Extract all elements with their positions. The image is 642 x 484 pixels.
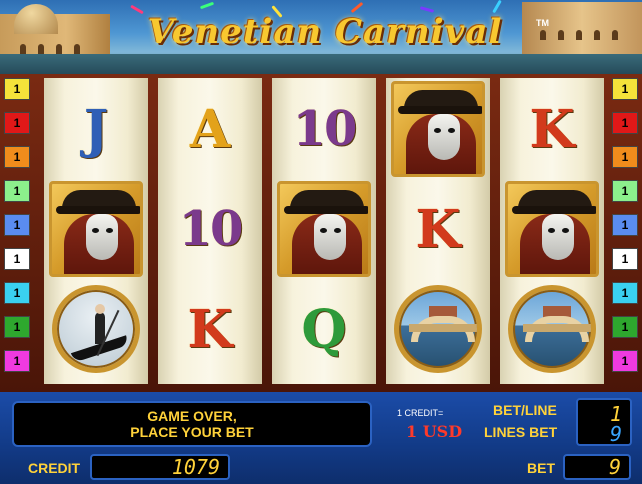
symbol-number: 10	[274, 80, 374, 178]
carnival-mask-icon	[505, 181, 599, 277]
window	[38, 44, 44, 54]
symbol-letter: Q	[274, 280, 374, 378]
rialto-bridge-icon	[508, 285, 596, 373]
symbol-label: K	[529, 98, 575, 160]
left-line-marker-6[interactable]: 1	[4, 248, 30, 270]
bet-per-line-label: BET/LINE	[493, 402, 557, 418]
symbol-label: A	[189, 98, 231, 160]
right-line-marker-1[interactable]: 1	[612, 78, 638, 100]
reel-1: J	[44, 78, 148, 384]
symbol-letter: K	[388, 180, 488, 278]
reel-4: K	[386, 78, 490, 384]
symbol-letter: A	[160, 80, 260, 178]
symbol-letter: K	[160, 280, 260, 378]
rialto-bridge-icon	[394, 285, 482, 373]
symbol-gondola	[46, 280, 146, 378]
right-line-marker-3[interactable]: 1	[612, 146, 638, 168]
symbol-bridge	[388, 280, 488, 378]
left-line-marker-5[interactable]: 1	[4, 214, 30, 236]
left-line-marker-9[interactable]: 1	[4, 350, 30, 372]
window	[594, 30, 600, 40]
lines-bet-label: LINES BET	[484, 424, 558, 440]
right-line-marker-9[interactable]: 1	[612, 350, 638, 372]
window	[576, 30, 582, 40]
slot-machine: Venetian Carnival TM J A 10 K 10 Q K K 1 1 1 1 1 1 1 1…	[0, 0, 642, 484]
symbol-label: 10	[292, 101, 358, 157]
right-line-marker-7[interactable]: 1	[612, 282, 638, 304]
dome	[14, 4, 58, 34]
reel-3: 10 Q	[272, 78, 376, 384]
window	[74, 44, 80, 54]
carnival-mask-icon	[277, 181, 371, 277]
symbol-mask	[388, 80, 488, 178]
symbol-bridge	[502, 280, 602, 378]
header-banner: Venetian Carnival TM	[0, 0, 642, 74]
credit-equals-label: 1 CREDIT=	[397, 408, 444, 418]
symbol-letter: K	[502, 80, 602, 178]
symbol-mask	[502, 180, 602, 278]
symbol-label: 10	[178, 201, 244, 257]
right-line-marker-8[interactable]: 1	[612, 316, 638, 338]
game-title: Venetian Carnival	[147, 12, 503, 52]
bet-value: 9	[563, 454, 631, 480]
reel-5: K	[500, 78, 604, 384]
symbol-number: 10	[160, 180, 260, 278]
carnival-mask-icon	[49, 181, 143, 277]
carnival-mask-icon	[391, 81, 485, 177]
symbol-label: K	[415, 198, 461, 260]
right-line-marker-4[interactable]: 1	[612, 180, 638, 202]
symbol-letter: J	[46, 80, 146, 178]
credit-value: 1079	[90, 454, 230, 480]
symbol-mask	[274, 180, 374, 278]
left-line-marker-3[interactable]: 1	[4, 146, 30, 168]
confetti	[199, 1, 215, 10]
window	[612, 30, 618, 40]
message-display: GAME OVER, PLACE YOUR BET	[12, 401, 372, 447]
window	[20, 44, 26, 54]
right-line-marker-5[interactable]: 1	[612, 214, 638, 236]
symbol-mask	[46, 180, 146, 278]
control-panel: GAME OVER, PLACE YOUR BET 1 CREDIT= 1 US…	[0, 392, 642, 484]
left-line-marker-4[interactable]: 1	[4, 180, 30, 202]
window	[540, 30, 546, 40]
right-line-marker-2[interactable]: 1	[612, 112, 638, 134]
credit-label: CREDIT	[28, 460, 81, 476]
right-line-marker-6[interactable]: 1	[612, 248, 638, 270]
window	[56, 44, 62, 54]
left-line-marker-2[interactable]: 1	[4, 112, 30, 134]
message-line-1: GAME OVER,	[147, 408, 237, 424]
denomination[interactable]: 1 USD	[406, 422, 462, 441]
symbol-label: Q	[301, 298, 347, 360]
bet-lines-display: 1 9	[576, 398, 632, 446]
gondola-icon	[52, 285, 140, 373]
left-line-marker-1[interactable]: 1	[4, 78, 30, 100]
lines-bet-value: 9	[609, 422, 622, 446]
bet-label: BET	[527, 460, 555, 476]
symbol-label: J	[83, 98, 109, 160]
window	[558, 30, 564, 40]
symbol-label: K	[187, 298, 233, 360]
trademark: TM	[536, 18, 549, 28]
canal	[0, 54, 642, 74]
left-line-marker-8[interactable]: 1	[4, 316, 30, 338]
reel-2: A 10 K	[158, 78, 262, 384]
message-line-2: PLACE YOUR BET	[130, 424, 254, 440]
left-line-marker-7[interactable]: 1	[4, 282, 30, 304]
